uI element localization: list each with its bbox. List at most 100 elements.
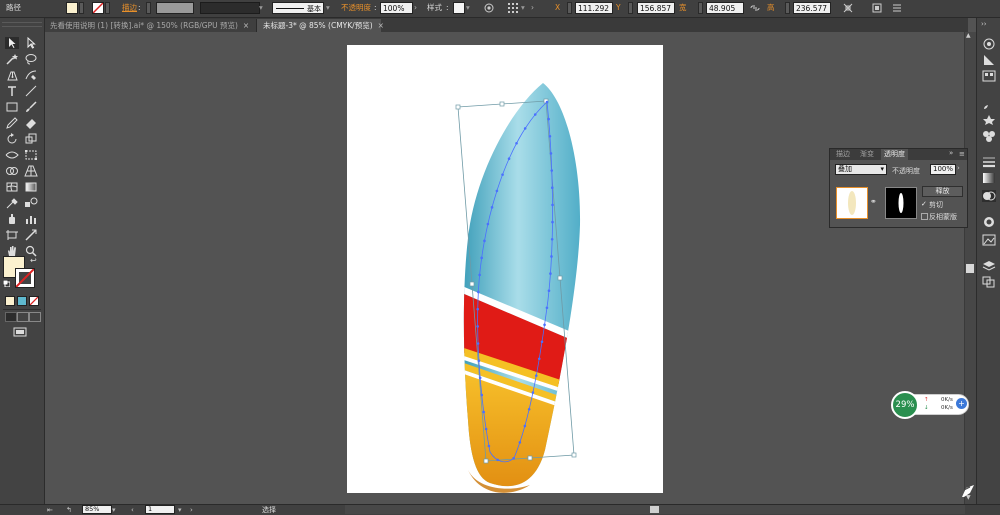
wrench-icon[interactable] [940,484,974,498]
opacity-field[interactable]: 100% [380,2,413,14]
artboards-panel-icon[interactable] [982,276,996,288]
pencil-tool-icon[interactable] [5,117,19,129]
lasso-tool-icon[interactable] [24,53,38,65]
vertical-scroll-thumb[interactable] [966,264,974,273]
none-mode-icon[interactable] [29,296,39,306]
column-graph-tool-icon[interactable] [24,213,38,225]
y-label[interactable]: Y [616,2,621,14]
draw-behind-icon[interactable] [17,312,29,322]
stroke-panel-icon[interactable] [982,156,996,168]
transform-icon[interactable] [843,3,853,13]
memory-usage-badge[interactable]: 29% [891,391,919,419]
y-field[interactable]: 156.857 [637,2,675,14]
release-mask-button[interactable]: 释放 [922,186,963,197]
type-tool-icon[interactable] [5,85,19,97]
image-trace-icon[interactable] [982,234,996,246]
recolor-artwork-icon[interactable] [484,3,494,13]
height-label[interactable]: 高 [767,2,775,14]
scale-tool-icon[interactable] [24,133,38,145]
panel-options-menu-icon[interactable]: ≡ [959,150,965,158]
zoom-level-field[interactable]: 85% [82,505,112,514]
opacity-mask-thumbnail[interactable] [885,187,917,219]
tab-document-1[interactable]: 先看使用说明 (1) [转换].ai* @ 150% (RGB/GPU 预览) × [44,19,257,32]
x-label[interactable]: X [555,2,560,14]
layers-panel-icon[interactable] [982,260,996,272]
invert-mask-checkbox[interactable] [921,213,928,220]
object-thumbnail[interactable] [836,187,868,219]
brush-definition-dropdown[interactable]: 基本 [272,2,324,14]
tab-gradient[interactable]: 渐变 [857,149,877,160]
close-tab-icon[interactable]: × [378,21,384,30]
tab-transparency[interactable]: 透明度 [881,149,908,160]
free-transform-tool-icon[interactable] [24,149,38,161]
width-label[interactable]: 宽 [679,2,687,14]
fill-dropdown[interactable] [79,2,84,14]
slice-tool-icon[interactable] [24,229,38,241]
stroke-swatch[interactable] [92,2,104,14]
toolbar-grip[interactable] [2,22,42,27]
direct-selection-tool-icon[interactable] [24,37,38,49]
collapse-dock-icon[interactable]: ›› [981,20,987,28]
eyedropper-tool-icon[interactable] [5,197,19,209]
opacity-label[interactable]: 不透明度 [341,2,371,14]
variable-width-profile[interactable] [200,2,260,14]
artboard-number-field[interactable]: 1 [145,505,175,514]
brushes-panel-icon[interactable] [982,98,996,110]
network-speed-widget[interactable]: 29% ↑ 0K/s ↓ 0K/s + [891,391,970,419]
panel-opacity-field[interactable]: 100% [930,164,956,175]
stroke-dropdown[interactable] [105,2,110,14]
gradient-mode-icon[interactable] [17,296,27,306]
height-stepper[interactable] [785,2,790,14]
symbols-panel-icon[interactable] [982,114,996,126]
boost-plus-icon[interactable]: + [956,398,967,409]
blend-tool-icon[interactable] [24,197,38,209]
artboard-tool-icon[interactable] [5,229,19,241]
constrain-proportions-link-icon[interactable] [750,3,760,13]
gradient-tool-icon[interactable] [24,181,38,193]
swap-fill-stroke-icon[interactable]: ↩ [30,256,37,265]
mesh-tool-icon[interactable] [5,181,19,193]
horizontal-scrollbar[interactable] [345,505,965,514]
eraser-tool-icon[interactable] [24,117,38,129]
color-panel-icon[interactable] [982,38,996,50]
line-segment-tool-icon[interactable] [24,85,38,97]
clip-checkbox[interactable]: ✓ [921,201,927,208]
graphic-styles-icon[interactable] [982,130,996,142]
width-field[interactable]: 48.905 [706,2,744,14]
curvature-tool-icon[interactable] [24,69,38,81]
fill-swatch[interactable] [66,2,78,14]
selection-tool-icon[interactable] [5,37,19,49]
color-mode-icon[interactable] [5,296,15,306]
vertical-scrollbar[interactable]: ▲ ▼ [964,32,976,504]
stroke-weight-stepper[interactable] [146,2,151,14]
magic-wand-tool-icon[interactable] [5,53,19,65]
artboard[interactable] [347,45,663,493]
height-field[interactable]: 236.577 [793,2,831,14]
graphic-style-swatch[interactable] [453,2,465,14]
perspective-grid-tool-icon[interactable] [24,165,38,177]
swatches-panel-icon[interactable] [982,70,996,82]
symbol-sprayer-tool-icon[interactable] [5,213,19,225]
tab-stroke[interactable]: 描边 [833,149,853,160]
x-stepper[interactable] [567,2,572,14]
link-mask-icon[interactable]: ⚭ [870,197,878,207]
screen-mode-icon[interactable] [13,327,27,337]
pen-tool-icon[interactable] [5,69,19,81]
collapse-panel-icon[interactable]: » [949,149,953,157]
rotate-tool-icon[interactable] [5,133,19,145]
close-tab-icon[interactable]: × [243,21,249,30]
rectangle-tool-icon[interactable] [5,101,19,113]
gradient-panel-icon[interactable] [982,172,996,184]
x-field[interactable]: 111.292 [575,2,613,14]
stroke-weight-field[interactable] [156,2,194,14]
y-stepper[interactable] [628,2,633,14]
align-grid-icon[interactable] [508,3,518,13]
paintbrush-tool-icon[interactable] [24,101,38,113]
draw-normal-icon[interactable] [5,312,17,322]
tab-document-2[interactable]: 未标题-3* @ 85% (CMYK/预览) × [257,19,384,32]
blend-mode-select[interactable]: 叠加 ▾ [835,164,887,175]
stroke-label[interactable]: 描边 [122,2,137,14]
draw-inside-icon[interactable] [29,312,41,322]
panel-menu-icon[interactable] [892,3,902,13]
stroke-color-box[interactable] [15,268,35,288]
